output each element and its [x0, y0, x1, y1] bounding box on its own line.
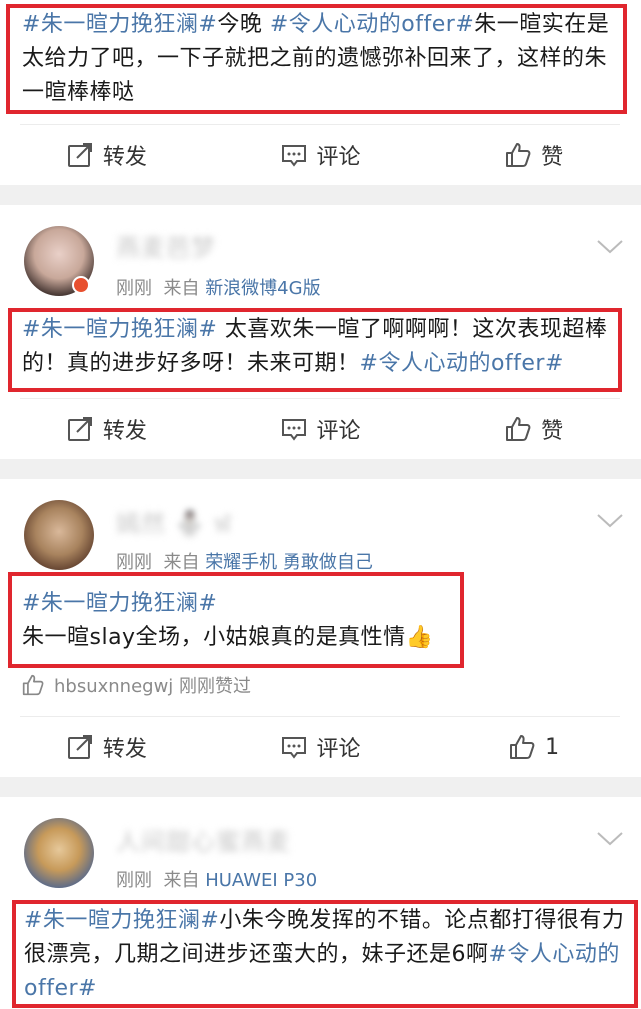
- comment-label: 评论: [316, 419, 361, 444]
- post-meta: 刚刚 来自 新浪微博4G版: [116, 274, 321, 300]
- comment-label: 评论: [316, 145, 361, 170]
- post-body-text: 朱一暄slay全场，小姑娘真的是真性情👍: [22, 625, 434, 650]
- post-source[interactable]: HUAWEI P30: [205, 870, 317, 891]
- post-body-text: 今晚: [217, 12, 270, 37]
- comment-icon: [281, 737, 306, 759]
- action-bar: 转发 评论 赞: [0, 399, 641, 459]
- post-time: 刚刚: [116, 278, 152, 299]
- from-label: 来自: [163, 278, 200, 299]
- repost-icon: [67, 417, 92, 441]
- post-text: #朱一暄力挽狂澜#小朱今晚发挥的不错。论点都打得很有力很漂亮，几期之间进步还蛮大…: [24, 904, 628, 1006]
- comment-button[interactable]: 评论: [214, 717, 428, 777]
- repost-button[interactable]: 转发: [0, 717, 214, 777]
- topic-link[interactable]: #朱一暄力挽狂澜#: [22, 591, 217, 616]
- verified-badge: [72, 276, 90, 294]
- topic-link[interactable]: #朱一暄力挽狂澜#: [24, 908, 219, 933]
- post-source[interactable]: 荣耀手机 勇敢做自己: [205, 552, 373, 573]
- comment-label: 评论: [316, 737, 361, 762]
- thumbs-up-icon: [506, 143, 531, 167]
- liked-by-user[interactable]: hbsuxnnegwj: [54, 676, 173, 697]
- post-meta: 刚刚 来自 荣耀手机 勇敢做自己: [116, 548, 373, 574]
- comment-button[interactable]: 评论: [214, 125, 428, 185]
- user-name[interactable]: 燕麦芭梦: [116, 228, 216, 263]
- like-label: 赞: [541, 145, 564, 170]
- comment-button[interactable]: 评论: [214, 399, 428, 459]
- action-bar: 转发 评论 1: [0, 717, 641, 777]
- like-button[interactable]: 1: [427, 717, 641, 777]
- repost-label: 转发: [102, 145, 147, 170]
- topic-link[interactable]: #令人心动的offer#: [360, 351, 564, 376]
- repost-button[interactable]: 转发: [0, 125, 214, 185]
- thumbs-up-icon: [22, 674, 44, 696]
- post-text: #朱一暄力挽狂澜# 朱一暄slay全场，小姑娘真的是真性情👍: [22, 587, 452, 655]
- like-button[interactable]: 赞: [427, 399, 641, 459]
- repost-label: 转发: [102, 737, 147, 762]
- feed-separator: [0, 459, 641, 479]
- post-time: 刚刚: [116, 870, 152, 891]
- chevron-down-icon[interactable]: [596, 238, 624, 256]
- repost-button[interactable]: 转发: [0, 399, 214, 459]
- post-time: 刚刚: [116, 552, 152, 573]
- from-label: 来自: [163, 870, 200, 891]
- like-button[interactable]: 赞: [427, 125, 641, 185]
- liked-by-row: hbsuxnnegwj 刚刚赞过: [22, 672, 251, 698]
- avatar[interactable]: [24, 500, 94, 570]
- post-meta: 刚刚 来自 HUAWEI P30: [116, 866, 317, 892]
- topic-link[interactable]: #令人心动的offer#: [270, 12, 474, 37]
- comment-icon: [281, 145, 306, 167]
- from-label: 来自: [163, 552, 200, 573]
- chevron-down-icon[interactable]: [596, 512, 624, 530]
- post-source[interactable]: 新浪微博4G版: [205, 278, 320, 299]
- comment-icon: [281, 419, 306, 441]
- user-name[interactable]: 人间甜心蜜燕麦: [116, 822, 291, 857]
- action-bar: 转发 评论 赞: [0, 125, 641, 185]
- like-count: 1: [545, 734, 560, 760]
- feed-separator: [0, 777, 641, 797]
- liked-by-suffix: 刚刚赞过: [179, 676, 252, 697]
- repost-icon: [67, 143, 92, 167]
- topic-link[interactable]: #朱一暄力挽狂澜#: [22, 12, 217, 37]
- user-name[interactable]: 嫣然 ⛄ ฬ: [116, 504, 232, 543]
- repost-label: 转发: [102, 419, 147, 444]
- thumbs-up-icon: [506, 417, 531, 441]
- post-text: #朱一暄力挽狂澜#今晚 #令人心动的offer#朱一暄实在是太给力了吧，一下子就…: [22, 8, 618, 110]
- feed-separator: [0, 185, 641, 205]
- topic-link[interactable]: #朱一暄力挽狂澜#: [22, 317, 217, 342]
- thumbs-up-icon: [510, 735, 535, 759]
- chevron-down-icon[interactable]: [596, 830, 624, 848]
- like-label: 赞: [541, 419, 564, 444]
- post-text: #朱一暄力挽狂澜# 太喜欢朱一暄了啊啊啊！这次表现超棒的！真的进步好多呀！未来可…: [22, 313, 612, 381]
- avatar[interactable]: [24, 818, 94, 888]
- repost-icon: [67, 735, 92, 759]
